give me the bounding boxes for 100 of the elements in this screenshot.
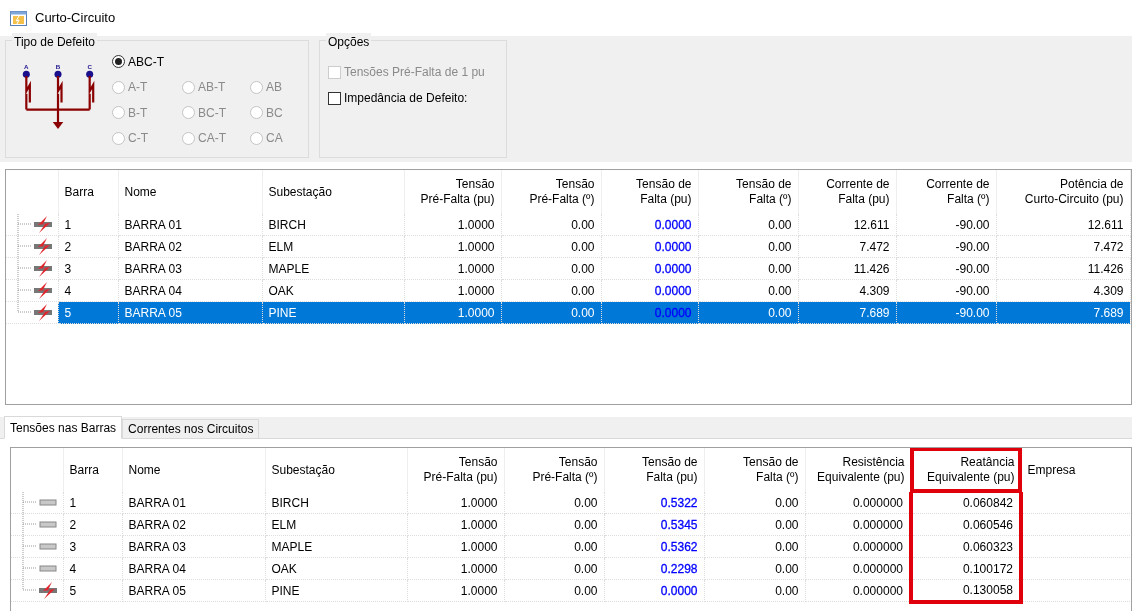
table-cell: 0.0000 xyxy=(601,235,698,258)
table-cell: BARRA 03 xyxy=(118,257,262,280)
table-cell: 1.0000 xyxy=(407,557,504,580)
table-cell: 1 xyxy=(63,492,122,514)
table-cell: 3 xyxy=(58,257,118,280)
table-cell: ELM xyxy=(265,513,407,536)
table-cell: BARRA 03 xyxy=(122,535,265,558)
column-header[interactable]: Tensão Pré-Falta (º) xyxy=(504,448,604,492)
table-cell: 0.060842 xyxy=(911,492,1021,514)
column-header[interactable]: Tensão de Falta (pu) xyxy=(604,448,704,492)
table-cell: 0.5362 xyxy=(604,535,704,558)
column-header[interactable]: Tensão de Falta (pu) xyxy=(601,170,698,214)
table-cell: 0.5322 xyxy=(604,492,704,514)
table-cell: 0.00 xyxy=(698,235,798,258)
table-cell: 3 xyxy=(63,535,122,558)
column-header[interactable]: Nome xyxy=(122,448,265,492)
table-cell: BIRCH xyxy=(265,492,407,514)
column-header[interactable]: Tensão Pré-Falta (pu) xyxy=(407,448,504,492)
table-cell: 0.00 xyxy=(704,557,805,580)
table-cell: 1.0000 xyxy=(404,214,501,236)
table-cell: 0.000000 xyxy=(805,579,911,602)
table-cell: 0.00 xyxy=(504,535,604,558)
tree-line xyxy=(17,236,33,257)
table-cell: PINE xyxy=(262,301,404,324)
table-cell: BARRA 05 xyxy=(118,301,262,324)
table-cell: -90.00 xyxy=(896,257,996,280)
table-cell: 0.00 xyxy=(704,535,805,558)
table-cell: 0.00 xyxy=(504,579,604,602)
table-cell: 0.00 xyxy=(698,257,798,280)
table-cell: PINE xyxy=(265,579,407,602)
column-header[interactable]: Barra xyxy=(58,170,118,214)
column-header[interactable]: Tensão Pré-Falta (pu) xyxy=(404,170,501,214)
table-cell: 1.0000 xyxy=(407,535,504,558)
table-cell: 1.0000 xyxy=(404,301,501,324)
table-cell: 1.0000 xyxy=(404,257,501,280)
column-header[interactable]: Tensão de Falta (º) xyxy=(704,448,805,492)
table-cell: MAPLE xyxy=(262,257,404,280)
tree-line xyxy=(17,258,33,279)
table-cell: 0.00 xyxy=(501,279,601,302)
table-cell: 0.0000 xyxy=(601,257,698,280)
column-header[interactable]: Potência de Curto-Circuito (pu) xyxy=(996,170,1130,214)
table-cell: 12.611 xyxy=(996,214,1130,236)
table-cell: 0.000000 xyxy=(805,513,911,536)
column-header[interactable]: Corrente de Falta (pu) xyxy=(798,170,896,214)
table-cell: 7.472 xyxy=(798,235,896,258)
table-cell: 0.100172 xyxy=(911,557,1021,580)
table-cell: 0.0000 xyxy=(601,301,698,324)
table-cell: 0.00 xyxy=(501,257,601,280)
column-header[interactable]: Nome xyxy=(118,170,262,214)
table-cell: 1.0000 xyxy=(407,492,504,514)
tree-line xyxy=(22,536,38,557)
tree-line xyxy=(22,514,38,535)
column-header[interactable]: Barra xyxy=(63,448,122,492)
table-cell: 1 xyxy=(58,214,118,236)
table-cell: 12.611 xyxy=(798,214,896,236)
table-cell: 11.426 xyxy=(798,257,896,280)
table-cell: 0.000000 xyxy=(805,492,911,514)
table-cell: 0.5345 xyxy=(604,513,704,536)
tab[interactable]: Tensões nas Barras xyxy=(4,416,123,439)
table-cell: 0.060546 xyxy=(911,513,1021,536)
table-cell: 2 xyxy=(63,513,122,536)
column-header[interactable]: Resistência Equivalente (pu) xyxy=(805,448,911,492)
table-cell: BARRA 02 xyxy=(122,513,265,536)
column-header[interactable]: Tensão Pré-Falta (º) xyxy=(501,170,601,214)
table-cell: 0.00 xyxy=(704,579,805,602)
table-cell: -90.00 xyxy=(896,235,996,258)
table-cell: 4.309 xyxy=(996,279,1130,302)
checkbox[interactable]: Impedância de Defeito: xyxy=(328,85,468,111)
table-cell: BARRA 04 xyxy=(118,279,262,302)
table-cell: 7.472 xyxy=(996,235,1130,258)
tree-line xyxy=(17,214,33,235)
group-title: Opções xyxy=(326,33,372,51)
table-cell: -90.00 xyxy=(896,214,996,236)
table-cell: BARRA 02 xyxy=(118,235,262,258)
table-cell: 0.0000 xyxy=(601,279,698,302)
table-cell: ELM xyxy=(262,235,404,258)
column-header[interactable]: Subestação xyxy=(265,448,407,492)
radio-button[interactable]: ABC-T xyxy=(112,49,300,74)
table-cell: 0.060323 xyxy=(911,535,1021,558)
column-header[interactable]: Tensão de Falta (º) xyxy=(698,170,798,214)
table-cell: 0.00 xyxy=(504,557,604,580)
table-cell: 4 xyxy=(63,557,122,580)
table-cell: BARRA 01 xyxy=(118,214,262,236)
table-cell: 4 xyxy=(58,279,118,302)
window-title: Curto-Circuito xyxy=(35,9,116,28)
table-cell: 0.00 xyxy=(504,492,604,514)
table-cell: 0.00 xyxy=(698,214,798,236)
column-header[interactable]: Empresa xyxy=(1021,448,1131,492)
tab[interactable]: Correntes nos Circuitos xyxy=(122,419,260,439)
column-header[interactable]: Corrente de Falta (º) xyxy=(896,170,996,214)
table-cell: MAPLE xyxy=(265,535,407,558)
window-icon xyxy=(10,10,27,26)
column-header[interactable]: Subestação xyxy=(262,170,404,214)
table-cell: 1.0000 xyxy=(407,579,504,602)
column-header[interactable]: Reatância Equivalente (pu) xyxy=(911,448,1021,492)
table-cell: -90.00 xyxy=(896,279,996,302)
table-cell: 0.0000 xyxy=(604,579,704,602)
table-cell: BARRA 01 xyxy=(122,492,265,514)
table-cell: BARRA 04 xyxy=(122,557,265,580)
table-cell: 0.000000 xyxy=(805,535,911,558)
